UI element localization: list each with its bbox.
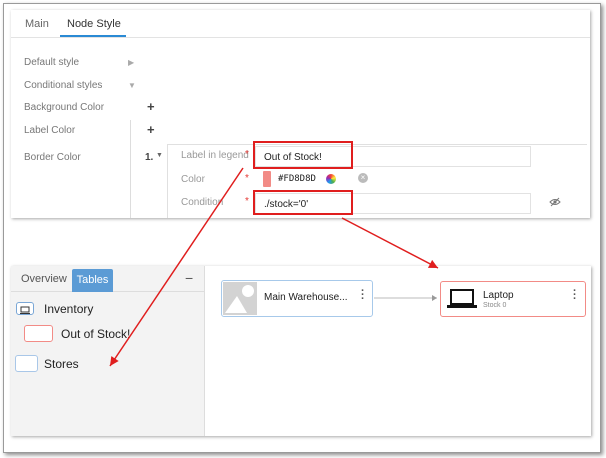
annotation-overlay bbox=[109, 167, 439, 367]
legend-arrow bbox=[109, 167, 244, 367]
condition-arrow bbox=[341, 217, 439, 269]
